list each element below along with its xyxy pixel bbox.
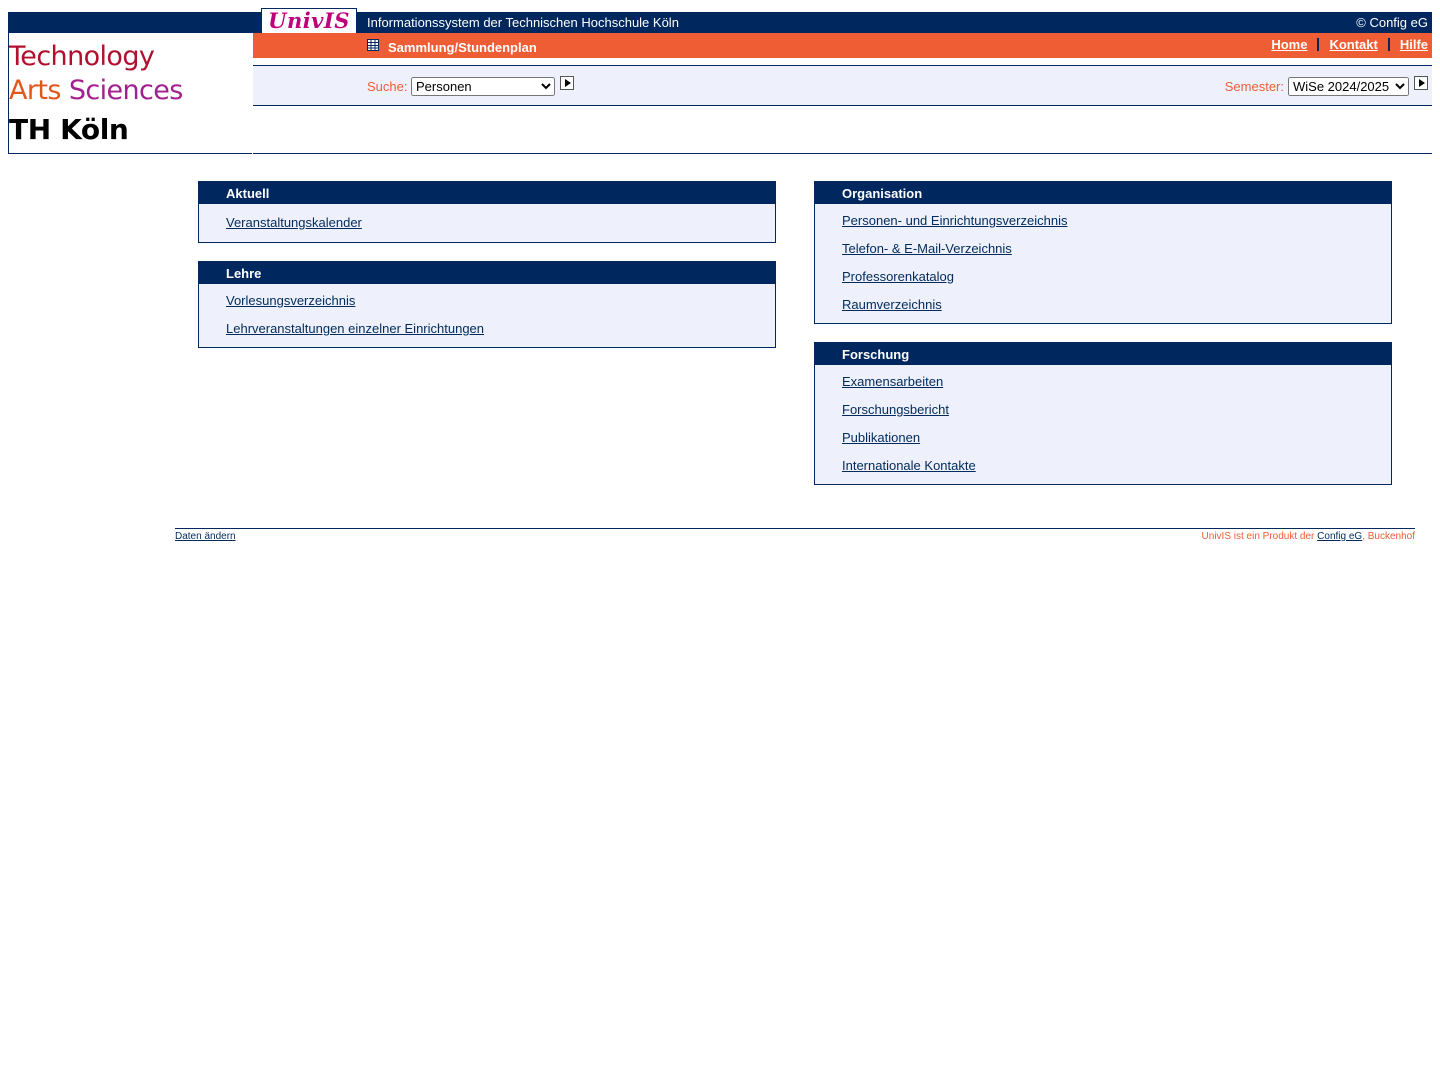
semester-label: Semester: bbox=[1224, 79, 1284, 94]
veranstaltungskalender-link[interactable]: Veranstaltungskalender bbox=[226, 215, 362, 230]
nav-hilfe-link[interactable]: Hilfe bbox=[1400, 37, 1428, 52]
footer-divider bbox=[175, 528, 1415, 529]
logo-technology: Technology bbox=[9, 41, 155, 72]
top-bar bbox=[8, 12, 1432, 33]
search-label: Suche: bbox=[367, 79, 408, 94]
box-title: Organisation bbox=[815, 182, 1391, 204]
search-go-button[interactable] bbox=[560, 76, 574, 90]
vorlesungsverzeichnis-link[interactable]: Vorlesungsverzeichnis bbox=[226, 293, 355, 308]
box-lehre: Lehre Vorlesungsverzeichnis Lehrveransta… bbox=[198, 261, 776, 348]
semester-go-button[interactable] bbox=[1414, 76, 1428, 90]
list-item: Vorlesungsverzeichnis bbox=[226, 289, 775, 317]
box-title: Lehre bbox=[199, 262, 775, 284]
link-list: Vorlesungsverzeichnis Lehrveranstaltunge… bbox=[199, 284, 775, 345]
nav-separator bbox=[1387, 38, 1390, 51]
nav-separator bbox=[1317, 38, 1320, 51]
box-forschung: Forschung Examensarbeiten Forschungsberi… bbox=[814, 342, 1392, 485]
telefon-email-verzeichnis-link[interactable]: Telefon- & E-Mail-Verzeichnis bbox=[842, 241, 1012, 256]
top-nav: Home Kontakt Hilfe bbox=[1271, 37, 1428, 52]
daten-aendern-link[interactable]: Daten ändern bbox=[175, 531, 236, 542]
list-item: Raumverzeichnis bbox=[842, 293, 1391, 321]
personen-einrichtungsverzeichnis-link[interactable]: Personen- und Einrichtungsverzeichnis bbox=[842, 213, 1067, 228]
nav-kontakt-link[interactable]: Kontakt bbox=[1329, 37, 1377, 52]
grid-table-icon[interactable] bbox=[367, 39, 379, 51]
list-item: Personen- und Einrichtungsverzeichnis bbox=[842, 209, 1391, 237]
footer-credit: UnivIS ist ein Produkt der Config eG, Bu… bbox=[1202, 531, 1415, 542]
box-aktuell: Aktuell Veranstaltungskalender bbox=[198, 181, 776, 243]
th-koeln-logo[interactable]: Technology Arts Sciences TH Köln bbox=[8, 33, 252, 154]
link-list: Veranstaltungskalender bbox=[199, 204, 775, 239]
box-organisation: Organisation Personen- und Einrichtungsv… bbox=[814, 181, 1392, 324]
list-item: Veranstaltungskalender bbox=[226, 211, 775, 239]
box-title: Aktuell bbox=[199, 182, 775, 204]
link-list: Personen- und Einrichtungsverzeichnis Te… bbox=[815, 204, 1391, 321]
internationale-kontakte-link[interactable]: Internationale Kontakte bbox=[842, 458, 976, 473]
list-item: Internationale Kontakte bbox=[842, 454, 1391, 482]
list-item: Publikationen bbox=[842, 426, 1391, 454]
list-item: Forschungsbericht bbox=[842, 398, 1391, 426]
box-title: Forschung bbox=[815, 343, 1391, 365]
orange-nav-bar: Sammlung/Stundenplan Home Kontakt Hilfe bbox=[253, 33, 1432, 58]
list-item: Professorenkatalog bbox=[842, 265, 1391, 293]
semester-select[interactable]: WiSe 2024/2025 bbox=[1288, 77, 1409, 96]
logo-th-koeln: TH Köln bbox=[9, 113, 129, 146]
list-item: Lehrveranstaltungen einzelner Einrichtun… bbox=[226, 317, 775, 345]
site-title: Informationssystem der Technischen Hochs… bbox=[367, 15, 679, 30]
univis-logo[interactable]: UnivIS bbox=[261, 8, 357, 34]
logo-sciences: Sciences bbox=[68, 75, 184, 106]
sammlung-stundenplan-link[interactable]: Sammlung/Stundenplan bbox=[388, 40, 537, 55]
raumverzeichnis-link[interactable]: Raumverzeichnis bbox=[842, 297, 942, 312]
footer-prefix: UnivIS ist ein Produkt der bbox=[1201, 531, 1315, 542]
professorenkatalog-link[interactable]: Professorenkatalog bbox=[842, 269, 954, 284]
list-item: Examensarbeiten bbox=[842, 370, 1391, 398]
search-bar: Suche: Personen Semester: WiSe 2024/2025 bbox=[253, 65, 1432, 106]
header-divider bbox=[253, 153, 1432, 154]
forschungsbericht-link[interactable]: Forschungsbericht bbox=[842, 402, 949, 417]
config-eg-link[interactable]: Config eG bbox=[1317, 531, 1362, 542]
link-list: Examensarbeiten Forschungsbericht Publik… bbox=[815, 365, 1391, 482]
footer-suffix: , Buckenhof bbox=[1362, 531, 1415, 542]
copyright: © Config eG bbox=[1356, 15, 1428, 30]
list-item: Telefon- & E-Mail-Verzeichnis bbox=[842, 237, 1391, 265]
lehrveranstaltungen-einrichtungen-link[interactable]: Lehrveranstaltungen einzelner Einrichtun… bbox=[226, 321, 484, 336]
logo-arts: Arts bbox=[9, 75, 61, 106]
logo-arts-sciences: Arts Sciences bbox=[9, 75, 183, 107]
nav-home-link[interactable]: Home bbox=[1271, 37, 1307, 52]
publikationen-link[interactable]: Publikationen bbox=[842, 430, 920, 445]
search-select[interactable]: Personen bbox=[411, 77, 555, 96]
examensarbeiten-link[interactable]: Examensarbeiten bbox=[842, 374, 943, 389]
